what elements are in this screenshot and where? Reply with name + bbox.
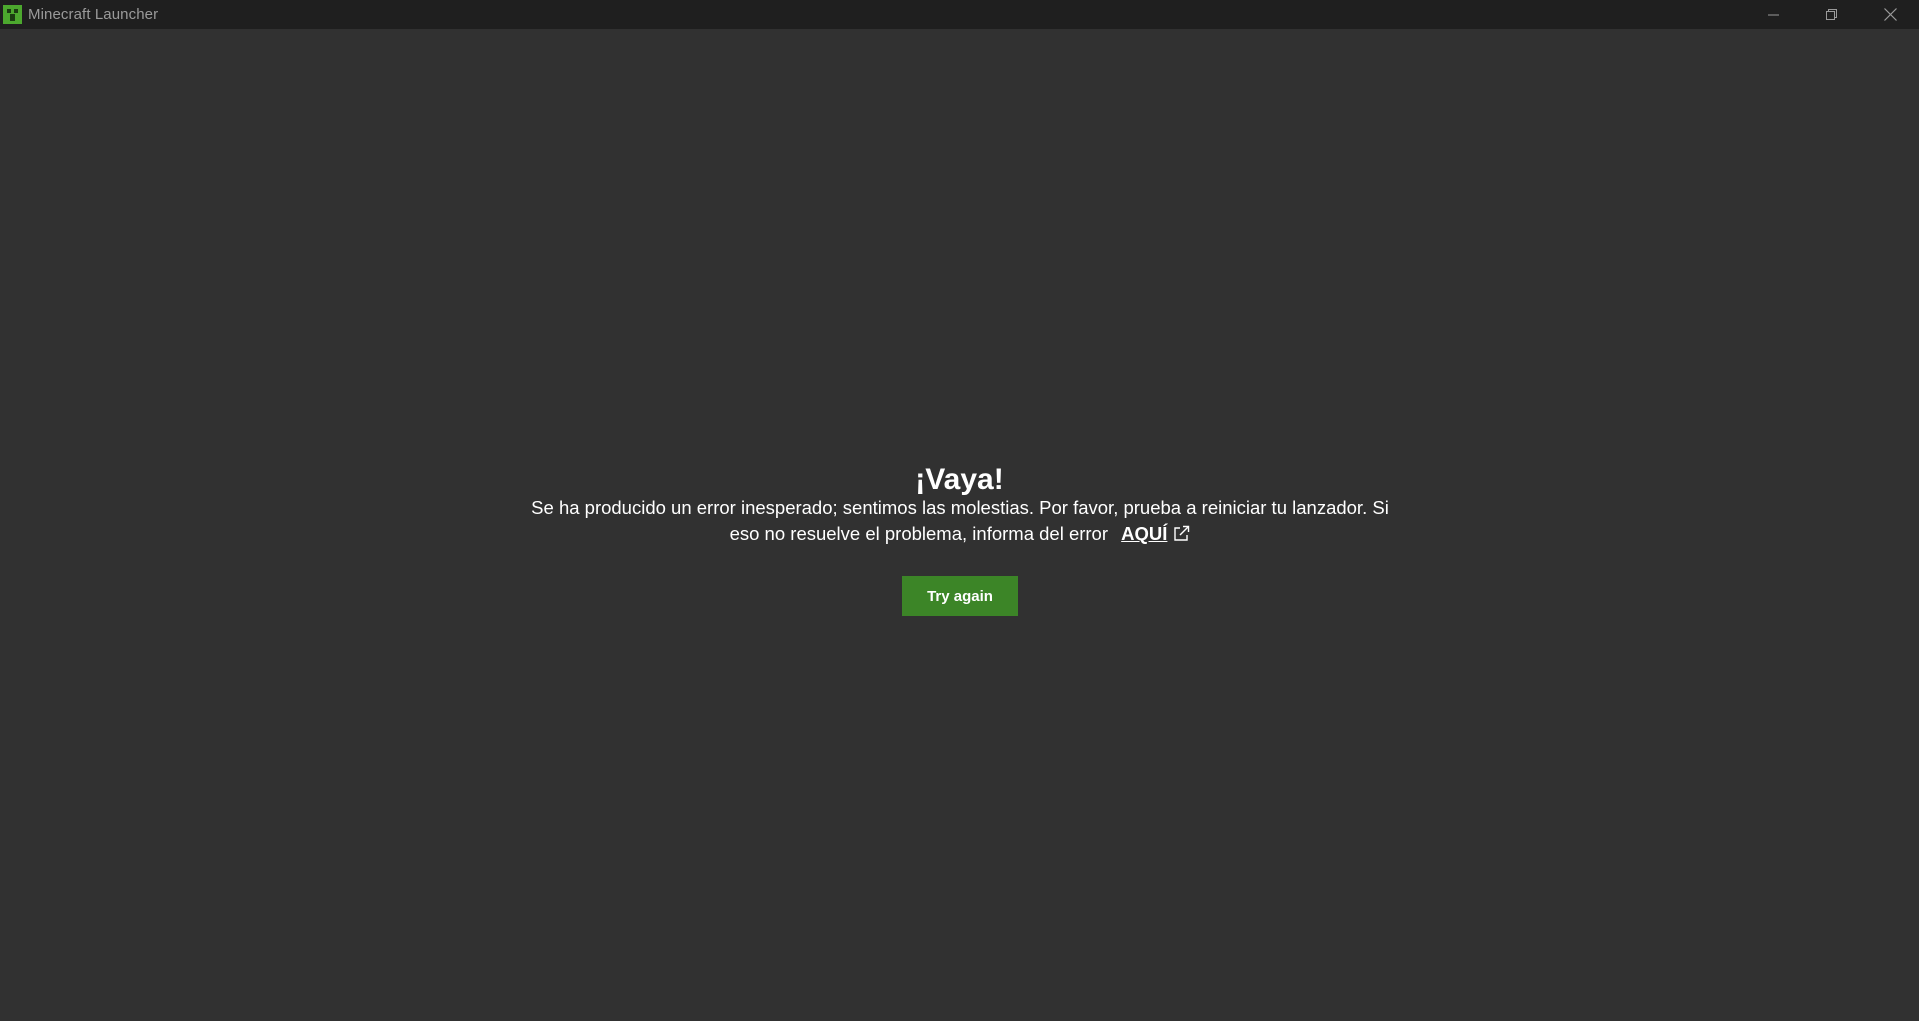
close-icon bbox=[1883, 8, 1897, 21]
launcher-window: Minecraft Launcher ¡Vaya! Se ha producid… bbox=[0, 0, 1919, 1021]
window-controls bbox=[1745, 0, 1919, 29]
title-bar[interactable]: Minecraft Launcher bbox=[0, 0, 1919, 29]
minecraft-creeper-icon bbox=[3, 5, 22, 24]
minimize-icon bbox=[1768, 14, 1779, 15]
error-message: Se ha producido un error inesperado; sen… bbox=[510, 495, 1410, 547]
error-heading: ¡Vaya! bbox=[915, 463, 1004, 496]
report-error-link[interactable]: AQUÍ bbox=[1121, 523, 1190, 544]
error-message-line1: Se ha producido un error inesperado; sen… bbox=[531, 497, 1389, 518]
error-panel: ¡Vaya! Se ha producido un error inespera… bbox=[0, 29, 1919, 1021]
error-message-line2: eso no resuelve el problema, informa del… bbox=[729, 523, 1109, 544]
minimize-button[interactable] bbox=[1745, 0, 1803, 29]
window-title: Minecraft Launcher bbox=[28, 6, 159, 23]
report-error-link-label: AQUÍ bbox=[1121, 523, 1168, 544]
restore-icon bbox=[1826, 8, 1837, 20]
external-link-icon bbox=[1174, 525, 1190, 541]
close-button[interactable] bbox=[1861, 0, 1919, 29]
try-again-button[interactable]: Try again bbox=[902, 576, 1018, 616]
restore-button[interactable] bbox=[1803, 0, 1861, 29]
